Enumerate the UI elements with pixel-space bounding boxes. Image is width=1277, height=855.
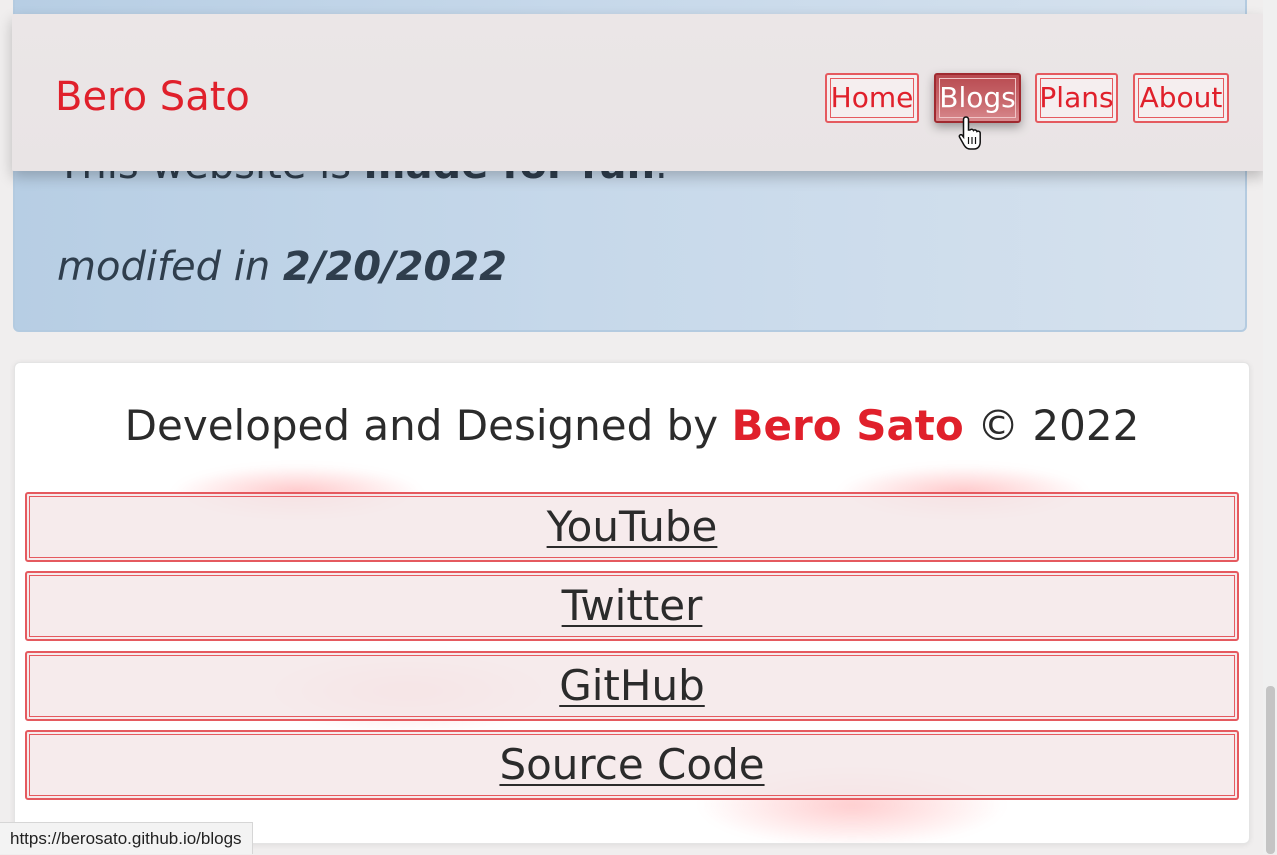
footer-link-youtube[interactable]: YouTube bbox=[25, 492, 1239, 562]
footer-card: Developed and Designed by Bero Sato © 20… bbox=[14, 362, 1250, 844]
footer-credit: Developed and Designed by Bero Sato © 20… bbox=[124, 401, 1140, 450]
footer-link-github[interactable]: GitHub bbox=[25, 651, 1239, 721]
site-brand[interactable]: Bero Sato bbox=[55, 72, 250, 122]
vertical-scrollbar[interactable] bbox=[1263, 0, 1277, 854]
hand-pointer-icon bbox=[958, 116, 981, 150]
modified-date-text: modifed in 2/20/2022 bbox=[57, 244, 507, 290]
nav-plans-button[interactable]: Plans bbox=[1035, 73, 1118, 123]
nav-about-button[interactable]: About bbox=[1133, 73, 1229, 123]
footer-link-source-code[interactable]: Source Code bbox=[25, 730, 1239, 800]
scrollbar-thumb[interactable] bbox=[1266, 686, 1275, 854]
site-header: Bero Sato Home Blogs Plans About bbox=[12, 14, 1264, 171]
nav-home-button[interactable]: Home bbox=[825, 73, 919, 123]
footer-link-twitter[interactable]: Twitter bbox=[25, 571, 1239, 641]
status-bar-url: https://berosato.github.io/blogs bbox=[0, 822, 253, 854]
